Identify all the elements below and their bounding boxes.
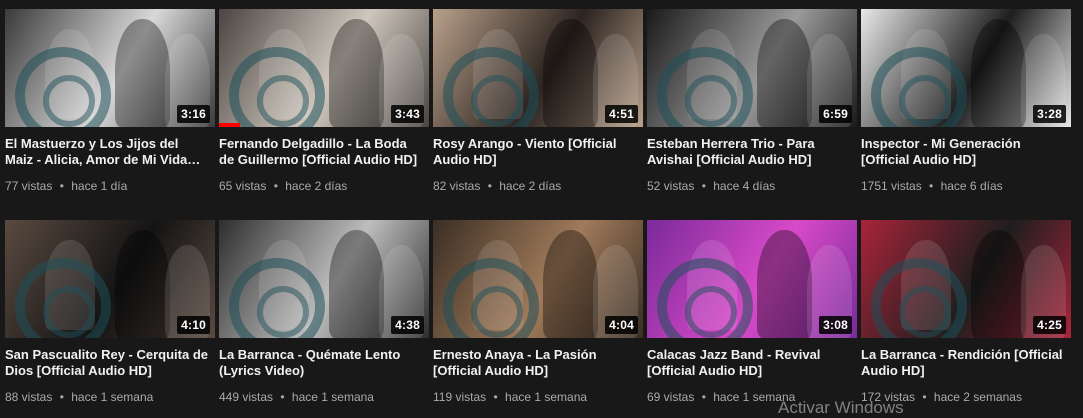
- view-count: 52 vistas: [647, 179, 695, 193]
- video-title[interactable]: San Pascualito Rey - Cerquita de Dios [O…: [5, 347, 210, 379]
- thumbnail-figure: [115, 19, 170, 127]
- video-metadata: 65 vistas • hace 2 días: [219, 179, 347, 193]
- video-thumbnail[interactable]: 4:38: [219, 220, 429, 338]
- video-thumbnail[interactable]: 3:08: [647, 220, 857, 338]
- video-metadata: 88 vistas • hace 1 semana: [5, 390, 153, 404]
- video-duration: 3:28: [1033, 105, 1066, 123]
- thumbnail-figure: [329, 19, 384, 127]
- video-duration: 3:08: [819, 316, 852, 334]
- video-grid: 3:16 El Mastuerzo y Los Jijos del Maiz - …: [0, 0, 1083, 412]
- video-thumbnail[interactable]: 4:04: [433, 220, 643, 338]
- upload-age: hace 1 semana: [505, 390, 588, 404]
- upload-age: hace 1 semana: [71, 390, 154, 404]
- video-duration: 4:10: [177, 316, 210, 334]
- thumbnail-figure: [757, 19, 812, 127]
- meta-separator: •: [270, 179, 282, 193]
- meta-separator: •: [56, 179, 68, 193]
- thumbnail-figure: [329, 230, 384, 338]
- video-title[interactable]: Fernando Delgadillo - La Boda de Guiller…: [219, 136, 424, 168]
- video-duration: 4:38: [391, 316, 424, 334]
- meta-separator: •: [919, 390, 930, 404]
- video-thumbnail[interactable]: 3:16: [5, 9, 215, 127]
- video-metadata: 52 vistas • hace 4 días: [647, 179, 775, 193]
- video-card[interactable]: 4:38 La Barranca - Quémate Lento (Lyrics …: [219, 220, 429, 418]
- upload-age: hace 2 semanas: [933, 390, 1022, 404]
- video-thumbnail[interactable]: 3:43: [219, 9, 429, 127]
- upload-age: hace 6 días: [940, 179, 1003, 193]
- video-thumbnail[interactable]: 4:10: [5, 220, 215, 338]
- video-duration: 4:51: [605, 105, 638, 123]
- watch-progress-bar: [219, 123, 240, 127]
- video-card[interactable]: 4:51 Rosy Arango - Viento [Official Audio…: [433, 9, 643, 209]
- video-metadata: 69 vistas • hace 1 semana: [647, 390, 795, 404]
- video-thumbnail[interactable]: 4:51: [433, 9, 643, 127]
- meta-separator: •: [484, 179, 496, 193]
- meta-separator: •: [698, 179, 710, 193]
- video-thumbnail[interactable]: 4:25: [861, 220, 1071, 338]
- meta-separator: •: [925, 179, 937, 193]
- thumbnail-figure: [543, 19, 598, 127]
- upload-age: hace 2 días: [499, 179, 562, 193]
- video-title[interactable]: Inspector - Mi Generación [Official Audi…: [861, 136, 1066, 168]
- meta-separator: •: [277, 390, 288, 404]
- video-title[interactable]: Esteban Herrera Trio - Para Avishai [Off…: [647, 136, 852, 168]
- thumbnail-figure: [757, 230, 812, 338]
- video-card[interactable]: 3:43 Fernando Delgadillo - La Boda de Gui…: [219, 9, 429, 209]
- video-metadata: 449 vistas • hace 1 semana: [219, 390, 374, 404]
- upload-age: hace 1 día: [71, 179, 128, 193]
- video-title[interactable]: Calacas Jazz Band - Revival [Official Au…: [647, 347, 852, 379]
- view-count: 77 vistas: [5, 179, 53, 193]
- video-title[interactable]: Ernesto Anaya - La Pasión [Official Audi…: [433, 347, 638, 379]
- video-card[interactable]: 3:28 Inspector - Mi Generación [Official …: [861, 9, 1071, 209]
- video-duration: 3:43: [391, 105, 424, 123]
- video-duration: 6:59: [819, 105, 852, 123]
- video-card[interactable]: 3:08 Calacas Jazz Band - Revival [Officia…: [647, 220, 857, 418]
- video-metadata: 77 vistas • hace 1 día: [5, 179, 127, 193]
- video-card[interactable]: 3:16 El Mastuerzo y Los Jijos del Maiz - …: [5, 9, 215, 209]
- video-duration: 4:25: [1033, 316, 1066, 334]
- video-metadata: 1751 vistas • hace 6 días: [861, 179, 1003, 193]
- windows-activation-watermark: Activar Windows: [778, 398, 904, 417]
- thumbnail-figure: [543, 230, 598, 338]
- video-title[interactable]: La Barranca - Quémate Lento (Lyrics Vide…: [219, 347, 424, 379]
- view-count: 82 vistas: [433, 179, 481, 193]
- upload-age: hace 1 semana: [291, 390, 374, 404]
- video-duration: 4:04: [605, 316, 638, 334]
- view-count: 69 vistas: [647, 390, 695, 404]
- video-card[interactable]: 4:25 La Barranca - Rendición [Official Au…: [861, 220, 1071, 418]
- view-count: 1751 vistas: [861, 179, 922, 193]
- video-thumbnail[interactable]: 3:28: [861, 9, 1071, 127]
- video-title[interactable]: La Barranca - Rendición [Official Audio …: [861, 347, 1066, 379]
- thumbnail-figure: [971, 19, 1026, 127]
- video-card[interactable]: 4:10 San Pascualito Rey - Cerquita de Dio…: [5, 220, 215, 418]
- upload-age: hace 2 días: [285, 179, 348, 193]
- video-metadata: 119 vistas • hace 1 semana: [433, 390, 587, 404]
- upload-age: hace 4 días: [713, 179, 776, 193]
- thumbnail-figure: [115, 230, 170, 338]
- video-metadata: 82 vistas • hace 2 días: [433, 179, 561, 193]
- video-thumbnail[interactable]: 6:59: [647, 9, 857, 127]
- video-card[interactable]: 4:04 Ernesto Anaya - La Pasión [Official …: [433, 220, 643, 418]
- view-count: 65 vistas: [219, 179, 267, 193]
- view-count: 88 vistas: [5, 390, 53, 404]
- meta-separator: •: [698, 390, 710, 404]
- video-duration: 3:16: [177, 105, 210, 123]
- view-count: 119 vistas: [433, 390, 487, 404]
- meta-separator: •: [490, 390, 502, 404]
- thumbnail-figure: [971, 230, 1026, 338]
- meta-separator: •: [56, 390, 68, 404]
- video-title[interactable]: El Mastuerzo y Los Jijos del Maiz - Alic…: [5, 136, 210, 168]
- view-count: 449 vistas: [219, 390, 274, 404]
- video-card[interactable]: 6:59 Esteban Herrera Trio - Para Avishai …: [647, 9, 857, 209]
- video-title[interactable]: Rosy Arango - Viento [Official Audio HD]: [433, 136, 638, 168]
